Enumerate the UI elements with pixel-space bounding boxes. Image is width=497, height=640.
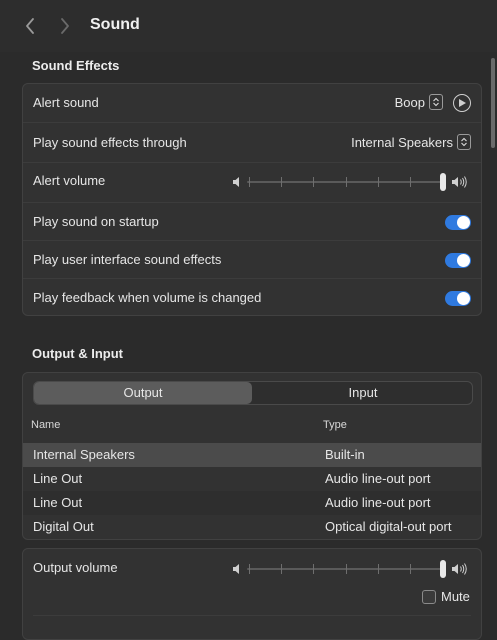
tab-output[interactable]: Output <box>34 382 252 404</box>
device-type: Audio line-out port <box>325 495 431 510</box>
chevron-right-icon <box>61 18 69 34</box>
output-volume-slider[interactable] <box>247 559 446 579</box>
speaker-high-icon <box>452 176 467 188</box>
table-row[interactable]: Line Out Audio line-out port <box>23 491 481 515</box>
feedback-sound-label: Play feedback when volume is changed <box>33 290 262 305</box>
mute-checkbox[interactable] <box>422 590 436 604</box>
device-type: Audio line-out port <box>325 471 431 486</box>
play-alert-button[interactable] <box>453 94 471 112</box>
feedback-sound-row: Play feedback when volume is changed <box>23 278 481 315</box>
sound-effects-heading: Sound Effects <box>32 58 120 73</box>
alert-volume-row: Alert volume <box>23 162 481 203</box>
tab-input[interactable]: Input <box>254 382 472 404</box>
speaker-low-icon <box>233 564 239 574</box>
play-through-row: Play sound effects through Internal Spea… <box>23 122 481 163</box>
alert-sound-label: Alert sound <box>33 95 99 110</box>
ui-sound-toggle[interactable] <box>445 253 471 268</box>
alert-sound-popup[interactable]: Boop <box>395 94 443 110</box>
slider-tick <box>281 177 282 187</box>
ui-sound-row: Play user interface sound effects <box>23 240 481 279</box>
speaker-low-icon <box>233 177 239 187</box>
speaker-high-icon <box>452 563 467 575</box>
slider-tick <box>346 177 347 187</box>
feedback-sound-toggle[interactable] <box>445 291 471 306</box>
toggle-knob <box>457 216 470 229</box>
startup-sound-row: Play sound on startup <box>23 202 481 241</box>
toolbar: Sound <box>0 0 497 52</box>
toggle-knob <box>457 254 470 267</box>
table-row[interactable]: Line Out Audio line-out port <box>23 467 481 491</box>
alert-volume-label: Alert volume <box>33 173 106 188</box>
play-icon <box>459 99 466 107</box>
output-input-heading: Output & Input <box>32 346 123 361</box>
forward-button[interactable] <box>55 14 75 38</box>
device-type: Built-in <box>325 447 365 462</box>
scrollbar-thumb[interactable] <box>491 58 495 148</box>
output-input-segmented-control: Output Input <box>33 381 473 405</box>
slider-tick <box>410 177 411 187</box>
slider-tick <box>249 564 250 574</box>
device-name: Line Out <box>33 495 83 510</box>
output-volume-group: Output volume Mute <box>22 548 482 640</box>
ui-sound-label: Play user interface sound effects <box>33 252 222 267</box>
slider-tick <box>378 177 379 187</box>
output-input-group: Output Input Name Type Internal Speakers… <box>22 372 482 540</box>
column-header-name[interactable]: Name <box>31 419 60 431</box>
play-through-value: Internal Speakers <box>351 134 453 150</box>
sound-effects-group: Alert sound Boop Play sound effects thro… <box>22 83 482 316</box>
startup-sound-toggle[interactable] <box>445 215 471 230</box>
device-type: Optical digital-out port <box>325 519 452 534</box>
slider-tick <box>249 177 250 187</box>
column-header-type[interactable]: Type <box>323 419 347 431</box>
table-row[interactable]: Digital Out Optical digital-out port <box>23 515 481 539</box>
slider-tick <box>313 177 314 187</box>
updown-arrows-icon <box>429 94 443 110</box>
device-name: Line Out <box>33 471 83 486</box>
slider-tick <box>346 564 347 574</box>
slider-tick <box>378 564 379 574</box>
device-name: Digital Out <box>33 519 94 534</box>
slider-knob[interactable] <box>440 560 446 578</box>
toggle-knob <box>457 292 470 305</box>
alert-volume-slider[interactable] <box>247 172 446 192</box>
slider-tick <box>313 564 314 574</box>
output-volume-label: Output volume <box>33 560 118 575</box>
divider <box>33 615 471 616</box>
updown-arrows-icon <box>457 134 471 150</box>
scrollbar[interactable] <box>489 52 497 625</box>
play-through-popup[interactable]: Internal Speakers <box>351 134 471 150</box>
chevron-left-icon <box>26 18 34 34</box>
back-button[interactable] <box>20 14 40 38</box>
page-title: Sound <box>90 16 140 33</box>
mute-label: Mute <box>441 589 470 604</box>
alert-sound-row: Alert sound Boop <box>23 84 481 123</box>
slider-tick <box>281 564 282 574</box>
startup-sound-label: Play sound on startup <box>33 214 159 229</box>
slider-knob[interactable] <box>440 173 446 191</box>
play-through-label: Play sound effects through <box>33 135 187 150</box>
device-name: Internal Speakers <box>33 447 135 462</box>
table-row[interactable]: Internal Speakers Built-in <box>23 443 481 467</box>
alert-sound-value: Boop <box>394 94 425 110</box>
slider-tick <box>410 564 411 574</box>
